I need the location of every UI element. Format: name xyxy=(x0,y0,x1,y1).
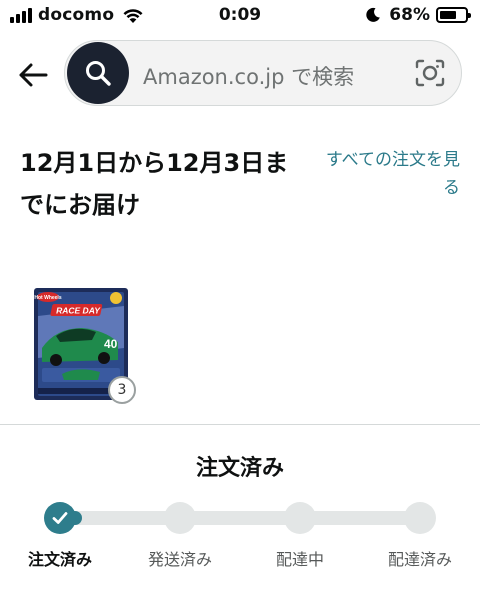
race-day-logo: RACE DAY xyxy=(50,304,103,316)
svg-text:RACE DAY: RACE DAY xyxy=(56,306,101,316)
camera-icon[interactable] xyxy=(415,59,445,87)
delivery-date-title: 12月1日から12月3日までにお届け xyxy=(20,149,289,219)
checkmark-icon xyxy=(52,512,68,524)
search-input[interactable]: Amazon.co.jp で検索 xyxy=(143,61,354,91)
all-orders-link[interactable]: すべての注文を見る xyxy=(320,146,460,202)
step-dot-out-for-delivery xyxy=(284,502,316,534)
progress-track xyxy=(60,511,420,525)
search-icon xyxy=(86,61,111,86)
step-label-shipped: 発送済み xyxy=(147,550,212,569)
divider xyxy=(0,424,480,425)
step-dot-delivered xyxy=(404,502,436,534)
brand-logo-text: Hot Wheels xyxy=(34,295,61,301)
search-bar[interactable]: Amazon.co.jp で検索 xyxy=(64,40,462,106)
step-label-delivered: 配達済み xyxy=(387,550,452,569)
status-bar: docomo 0:09 68% xyxy=(0,0,480,34)
back-arrow-icon[interactable] xyxy=(16,58,50,92)
step-label-ordered: 注文済み xyxy=(27,550,92,569)
battery-icon xyxy=(436,7,471,23)
moon-icon xyxy=(366,7,381,22)
order-status-heading: 注文済み xyxy=(195,456,284,481)
step-dot-ordered xyxy=(44,502,76,534)
battery-percent: 68% xyxy=(389,5,430,25)
step-dot-shipped xyxy=(164,502,196,534)
step-label-out-for-delivery: 配達中 xyxy=(275,550,324,569)
svg-text:40: 40 xyxy=(104,337,118,351)
search-button[interactable] xyxy=(67,42,129,104)
quantity-badge: 3 xyxy=(108,376,136,404)
